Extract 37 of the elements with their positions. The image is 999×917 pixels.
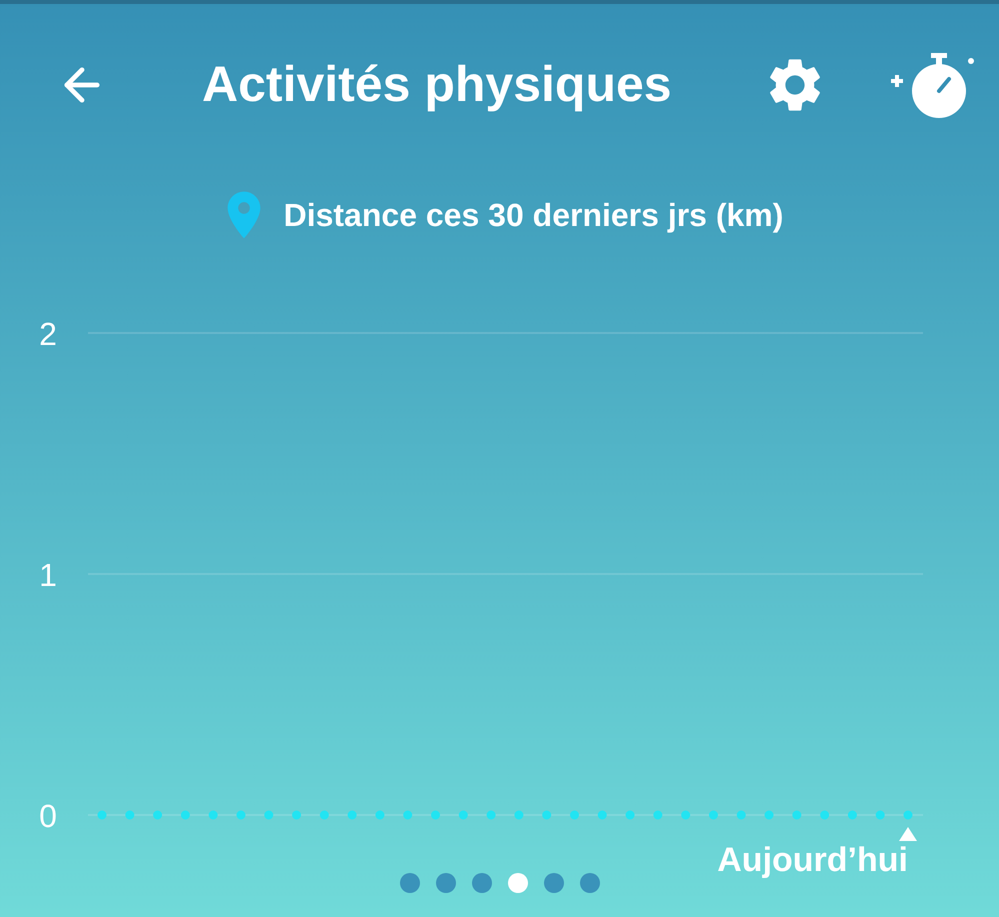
axis-label: 0: [39, 798, 57, 834]
data-point: [626, 810, 635, 820]
chart-subtitle: Distance ces 30 derniers jrs (km): [284, 196, 784, 235]
data-point: [375, 810, 384, 820]
data-point: [736, 810, 746, 820]
data-point: [348, 810, 357, 820]
data-point: [403, 810, 412, 820]
data-point: [570, 810, 579, 820]
data-point: [708, 810, 718, 820]
page-title: Activités physiques: [202, 55, 672, 114]
data-point: [458, 810, 468, 820]
data-point: [820, 810, 830, 820]
today-label: Aujourd’hui: [717, 841, 908, 879]
data-point: [98, 810, 106, 820]
data-point: [292, 810, 302, 820]
data-point: [180, 810, 190, 820]
data-point: [208, 810, 218, 820]
data-point: [431, 810, 440, 820]
data-point: [514, 810, 524, 820]
data-point: [681, 810, 690, 820]
data-point: [153, 810, 162, 820]
data-point: [125, 810, 134, 820]
data-point: [486, 810, 496, 820]
data-point: [792, 810, 802, 820]
data-point: [598, 810, 607, 820]
data-point: [653, 810, 662, 820]
axis-label: 2: [39, 316, 57, 352]
data-point: [264, 810, 274, 820]
today-marker-icon: [899, 827, 917, 841]
data-point: [764, 810, 774, 820]
data-point: [236, 810, 246, 820]
data-point: [904, 810, 912, 820]
data-point: [320, 810, 329, 820]
axis-label: 1: [39, 557, 57, 593]
data-point: [876, 810, 885, 820]
data-point: [542, 810, 552, 820]
data-point: [848, 810, 857, 820]
